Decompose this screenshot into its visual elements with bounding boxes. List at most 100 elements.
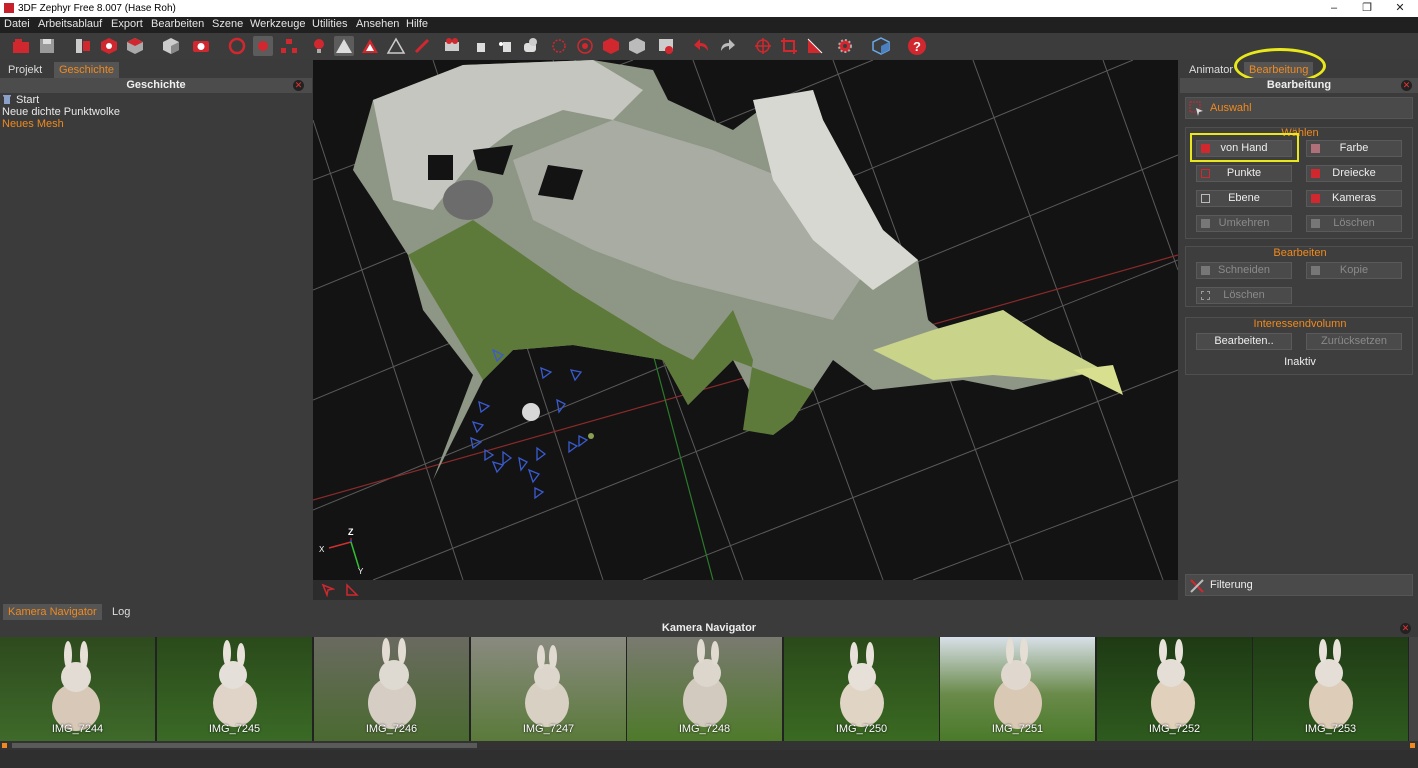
window-title: 3DF Zephyr Free 8.007 (Hase Roh): [18, 3, 176, 14]
help-icon[interactable]: ?: [907, 36, 927, 56]
menu-utilities[interactable]: Utilities: [312, 18, 347, 30]
thumbnail-scrollbar[interactable]: [0, 741, 1418, 750]
auswahl-loeschen-button[interactable]: Löschen: [1306, 215, 1402, 232]
shape-icon[interactable]: [520, 36, 540, 56]
schneiden-button[interactable]: Schneiden: [1196, 262, 1292, 279]
thumbnail-label: IMG_7253: [1304, 723, 1357, 735]
scroll-right-arrow[interactable]: [1410, 743, 1415, 748]
rabbit-pointcloud: [522, 403, 540, 421]
bottom-tabs: Kamera Navigator Log: [0, 603, 1418, 621]
select-tool-icon[interactable]: [321, 583, 335, 597]
zuruecksetzen-button[interactable]: Zurücksetzen: [1306, 333, 1402, 350]
solid-icon[interactable]: [334, 36, 354, 56]
cube-grey-icon[interactable]: [627, 36, 647, 56]
viewport-scene[interactable]: [313, 60, 1178, 580]
menu-werkzeuge[interactable]: Werkzeuge: [250, 18, 305, 30]
rotate-icon[interactable]: [227, 36, 247, 56]
points-icon[interactable]: [386, 36, 406, 56]
camera-icon[interactable]: [191, 36, 211, 56]
thumbnail[interactable]: IMG_7248: [627, 637, 782, 741]
screenshot-icon[interactable]: [656, 36, 676, 56]
punkte-button[interactable]: Punkte: [1196, 165, 1292, 182]
minimize-button[interactable]: –: [1317, 0, 1351, 17]
thumbnail[interactable]: IMG_7252: [1097, 637, 1252, 741]
crop-icon[interactable]: [779, 36, 799, 56]
bearbeiten-section: Bearbeiten Schneiden Kopie Löschen: [1185, 246, 1413, 307]
thumbnail[interactable]: IMG_7245: [157, 637, 312, 741]
thumbnail[interactable]: IMG_7250: [784, 637, 939, 741]
cube-red-icon[interactable]: [601, 36, 621, 56]
kopie-button[interactable]: Kopie: [1306, 262, 1402, 279]
filterung-section-header[interactable]: Filterung: [1185, 574, 1413, 596]
new-project-icon[interactable]: [11, 36, 31, 56]
menu-bearbeiten[interactable]: Bearbeiten: [151, 18, 204, 30]
dreiecke-button[interactable]: Dreiecke: [1306, 165, 1402, 182]
menu-arbeitsablauf[interactable]: Arbeitsablauf: [38, 18, 102, 30]
hierarchy-icon[interactable]: [279, 36, 299, 56]
maximize-button[interactable]: ❐: [1350, 0, 1384, 17]
light-icon[interactable]: [309, 36, 329, 56]
menu-hilfe[interactable]: Hilfe: [406, 18, 428, 30]
menu-szene[interactable]: Szene: [212, 18, 243, 30]
redo-icon[interactable]: [717, 36, 737, 56]
ruler-icon[interactable]: [805, 36, 825, 56]
tab-kamera-navigator[interactable]: Kamera Navigator: [3, 604, 102, 620]
axis-x-label: X: [319, 545, 325, 554]
measure-tool-icon[interactable]: [345, 583, 359, 597]
ebene-button[interactable]: Ebene: [1196, 190, 1292, 207]
workflow-icon[interactable]: [73, 36, 93, 56]
thumbnail[interactable]: IMG_7247: [471, 637, 626, 741]
menu-bar: Datei Arbeitsablauf Export Bearbeiten Sz…: [0, 17, 1418, 33]
sphere-grid-icon[interactable]: [549, 36, 569, 56]
umkehren-button[interactable]: Umkehren: [1196, 215, 1292, 232]
toolbar: ?: [0, 33, 1418, 59]
close-panel-icon[interactable]: ✕: [1400, 623, 1411, 634]
close-window-button[interactable]: ✕: [1383, 0, 1417, 17]
menu-datei[interactable]: Datei: [4, 18, 30, 30]
textured-mesh-icon[interactable]: [161, 36, 181, 56]
close-panel-icon[interactable]: ✕: [1401, 80, 1412, 91]
scroll-thumb[interactable]: [12, 743, 477, 748]
mesh-icon[interactable]: [125, 36, 145, 56]
thumbnail[interactable]: IMG_7246: [314, 637, 469, 741]
close-panel-icon[interactable]: ✕: [293, 80, 304, 91]
volumen-status: Inaktiv: [1284, 356, 1316, 368]
history-item-mesh[interactable]: Neues Mesh: [2, 118, 64, 130]
tab-animator[interactable]: Animator: [1184, 62, 1238, 78]
menu-ansehen[interactable]: Ansehen: [356, 18, 399, 30]
pick-icon[interactable]: [495, 36, 515, 56]
save-icon[interactable]: [37, 36, 57, 56]
tab-geschichte[interactable]: Geschichte: [54, 62, 120, 78]
undo-icon[interactable]: [692, 36, 712, 56]
volumen-bearbeiten-button[interactable]: Bearbeiten..: [1196, 333, 1292, 350]
filterung-label: Filterung: [1210, 579, 1253, 591]
brush-icon[interactable]: [412, 36, 432, 56]
thumbnail[interactable]: IMG_7251: [940, 637, 1095, 741]
thumbnail[interactable]: IMG_7244: [0, 637, 155, 741]
history-item-start[interactable]: Start: [2, 94, 39, 106]
points-select-icon: [1201, 169, 1210, 178]
tab-log[interactable]: Log: [107, 604, 135, 620]
thumbnail[interactable]: IMG_7253: [1253, 637, 1408, 741]
record-icon[interactable]: [253, 36, 273, 56]
scroll-left-arrow[interactable]: [2, 743, 7, 748]
box-icon[interactable]: [871, 36, 891, 56]
kameras-button[interactable]: Kameras: [1306, 190, 1402, 207]
wireframe-icon[interactable]: [360, 36, 380, 56]
orbit-icon[interactable]: [753, 36, 773, 56]
hand-icon[interactable]: [470, 36, 490, 56]
kopie-label: Kopie: [1339, 264, 1369, 276]
target-icon[interactable]: [575, 36, 595, 56]
thumbnail-label: IMG_7252: [1148, 723, 1201, 735]
3d-viewport[interactable]: Z X Y: [313, 60, 1178, 580]
history-item-dense-cloud[interactable]: Neue dichte Punktwolke: [2, 106, 120, 118]
tab-projekt[interactable]: Projekt: [3, 62, 47, 78]
menu-export[interactable]: Export: [111, 18, 143, 30]
farbe-button[interactable]: Farbe: [1306, 140, 1402, 157]
settings-icon[interactable]: [835, 36, 855, 56]
camera-navigator-title: Kamera Navigator: [0, 621, 1418, 636]
bearbeiten-loeschen-button[interactable]: Löschen: [1196, 287, 1292, 304]
auswahl-section-header[interactable]: Auswahl: [1185, 97, 1413, 119]
video-icon[interactable]: [442, 36, 462, 56]
dense-cloud-icon[interactable]: [99, 36, 119, 56]
